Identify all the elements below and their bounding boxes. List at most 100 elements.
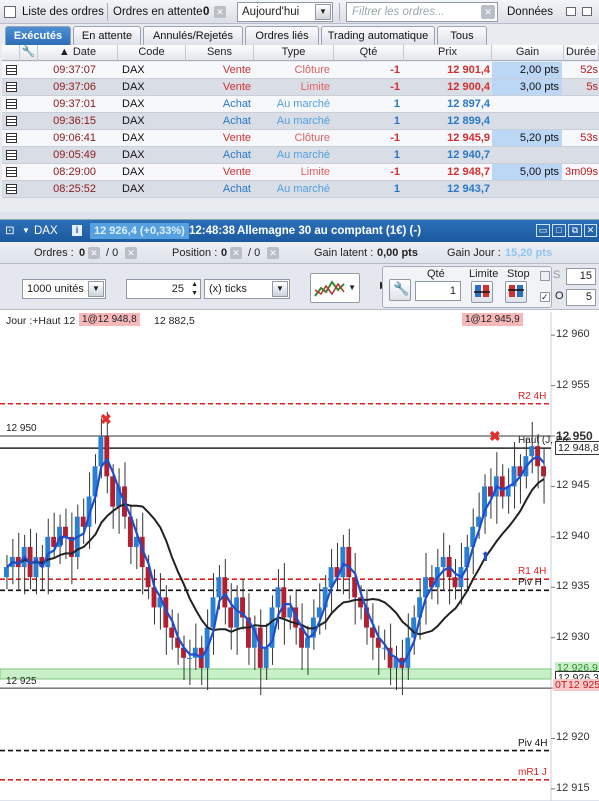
limit-order-button[interactable] [471,281,493,303]
candle-body [275,587,281,608]
candle-body [541,466,546,477]
order-duree: 3m09s [564,166,598,178]
document-icon[interactable] [6,150,17,160]
document-icon [6,147,20,163]
wrench-icon[interactable]: 🔧 [20,45,38,61]
chevron-down-icon[interactable]: ▼ [88,281,104,297]
tab-ordres-lies[interactable]: Ordres liés [245,26,319,45]
chevron-down-icon[interactable]: ▼ [272,281,288,297]
table-row[interactable]: 08:29:00 DAX Vente Limite -1 12 948,7 5,00 pts… [2,164,599,181]
column-qte[interactable]: Qté [334,45,404,61]
data-menu[interactable]: Données [507,2,553,22]
column-prix[interactable]: Prix [404,45,492,61]
o-value-field[interactable]: 5 [566,289,596,306]
s-value-field[interactable]: 15 [566,268,596,285]
order-entry-box: 🔧 Qté 1 Limite Stop [382,266,552,308]
quantity-field[interactable]: 1 [415,281,461,301]
close-icon[interactable]: ✕ [584,224,597,237]
table-row[interactable]: 09:37:07 DAX Vente Clôture -1 12 901,4 2,00 pt… [2,62,599,79]
order-prix: 12 940,7 [447,149,490,161]
tab-executes[interactable]: Exécutés [5,26,71,45]
orders-list-icon[interactable] [4,6,16,18]
table-row[interactable]: 09:06:41 DAX Vente Clôture -1 12 945,9 5,20 pt… [2,130,599,147]
table-row[interactable]: 09:05:49 DAX Achat Au marché 1 12 940,7 [2,147,599,164]
chevron-down-icon[interactable]: ▼ [315,4,331,20]
window-controls[interactable] [566,5,596,19]
tab-tous[interactable]: Tous [437,26,487,45]
column-date[interactable]: ▲ Date [38,45,118,61]
instrument-code[interactable]: DAX [34,220,58,242]
order-type: Clôture [294,132,330,144]
ticks-stepper[interactable]: 25 ▲ ▼ [126,279,201,299]
ticks-label: (x) ticks [209,283,247,295]
orders-panel: Liste des ordres Ordres en attente 0 ✕ A… [0,0,599,212]
level-label: Piv H [518,577,542,589]
table-row[interactable]: 08:25:52 DAX Achat Au marché 1 12 943,7 [2,181,599,198]
candle-body [98,436,104,467]
table-row[interactable]: 09:37:06 DAX Vente Limite -1 12 900,4 3,00 pts… [2,79,599,96]
filter-placeholder: Filtrer les ordres... [352,6,445,18]
left-level-label: 12 950 [6,423,37,434]
s-checkbox[interactable] [540,271,550,281]
chart-canvas[interactable]: ✖ ✖ ⬆ ⬆ [0,312,599,801]
column-gain[interactable]: Gain [492,45,564,61]
order-prix: 12 943,7 [447,183,490,195]
order-code: DAX [122,98,145,110]
info-icon[interactable]: i [72,225,82,236]
spread-band [0,668,552,680]
position-value: 0 [221,247,228,259]
order-sens: Vente [222,166,251,178]
order-time: 09:06:41 [53,132,96,144]
order-code: DAX [122,81,145,93]
stop-order-button[interactable] [505,281,527,303]
day-low-label: 12 882,5 [154,315,195,327]
document-icon[interactable] [6,116,17,126]
pending-orders-label[interactable]: Ordres en attente [113,2,203,22]
restore-icon[interactable] [566,7,576,16]
stepper-arrows-icon[interactable]: ▲ ▼ [191,280,198,298]
high-price-box: 12 948,8 [555,441,599,456]
order-type: Limite [300,81,330,93]
price-chart[interactable]: ✖ ✖ ⬆ ⬆ 12 960 12 955 12 950 12 945 12 940 12 93… [0,312,599,801]
column-duree[interactable]: Durée [564,45,599,61]
pin-icon[interactable]: ⊡ [5,220,15,242]
chevron-down-icon[interactable]: ▼ [22,220,30,242]
order-sens: Vente [222,132,251,144]
column-code[interactable]: Code [118,45,186,61]
o-checkbox[interactable]: ✓ [540,292,550,302]
tab-annules-rejetes[interactable]: Annulés/Rejetés [143,26,243,45]
table-row[interactable]: 09:37:01 DAX Achat Au marché 1 12 897,4 [2,96,599,113]
pending-clear-icon[interactable]: ✕ [214,6,226,19]
document-icon[interactable] [6,184,17,194]
filter-orders-input[interactable]: Filtrer les ordres... ✕ [346,2,498,22]
orders-list-title[interactable]: Liste des ordres [22,2,104,22]
chart-type-button[interactable]: ▼ [310,273,360,303]
ticks-select[interactable]: (x) ticks ▼ [204,279,290,299]
period-select[interactable]: Aujourd'hui ▼ [237,2,333,22]
chevron-down-icon[interactable]: ▼ [348,283,356,292]
tab-en-attente[interactable]: En attente [73,26,141,45]
column-type[interactable]: Type [254,45,334,61]
document-icon[interactable] [6,65,17,75]
order-duree: 53s [580,132,598,144]
minimize-icon[interactable]: ▭ [536,224,550,237]
clear-filter-icon[interactable]: ✕ [481,5,495,19]
document-icon[interactable] [6,82,17,92]
column-sens[interactable]: Sens [186,45,254,61]
order-duree [564,181,598,197]
wrench-icon[interactable]: 🔧 [389,279,411,301]
restore-icon[interactable]: ⧉ [568,224,582,237]
order-type: Au marché [276,98,330,110]
document-icon[interactable] [6,99,17,109]
units-select[interactable]: 1000 unités ▼ [22,279,106,299]
document-icon[interactable] [6,133,17,143]
table-row[interactable]: 09:36:15 DAX Achat Au marché 1 12 899,4 [2,113,599,130]
order-qte: -1 [390,64,400,76]
day-gain-value: 15,20 pts [505,247,553,259]
tab-trading-automatique[interactable]: Trading automatique [321,26,435,45]
chart-toolbar: 1000 unités ▼ 25 ▲▼ (x) ticks ▼ ▼ ▶ 🔧 Qt… [0,264,599,310]
document-icon[interactable] [6,167,17,177]
level-label: R1 4H [518,566,547,578]
detach-icon[interactable] [582,7,592,16]
maximize-icon[interactable]: □ [552,224,566,237]
